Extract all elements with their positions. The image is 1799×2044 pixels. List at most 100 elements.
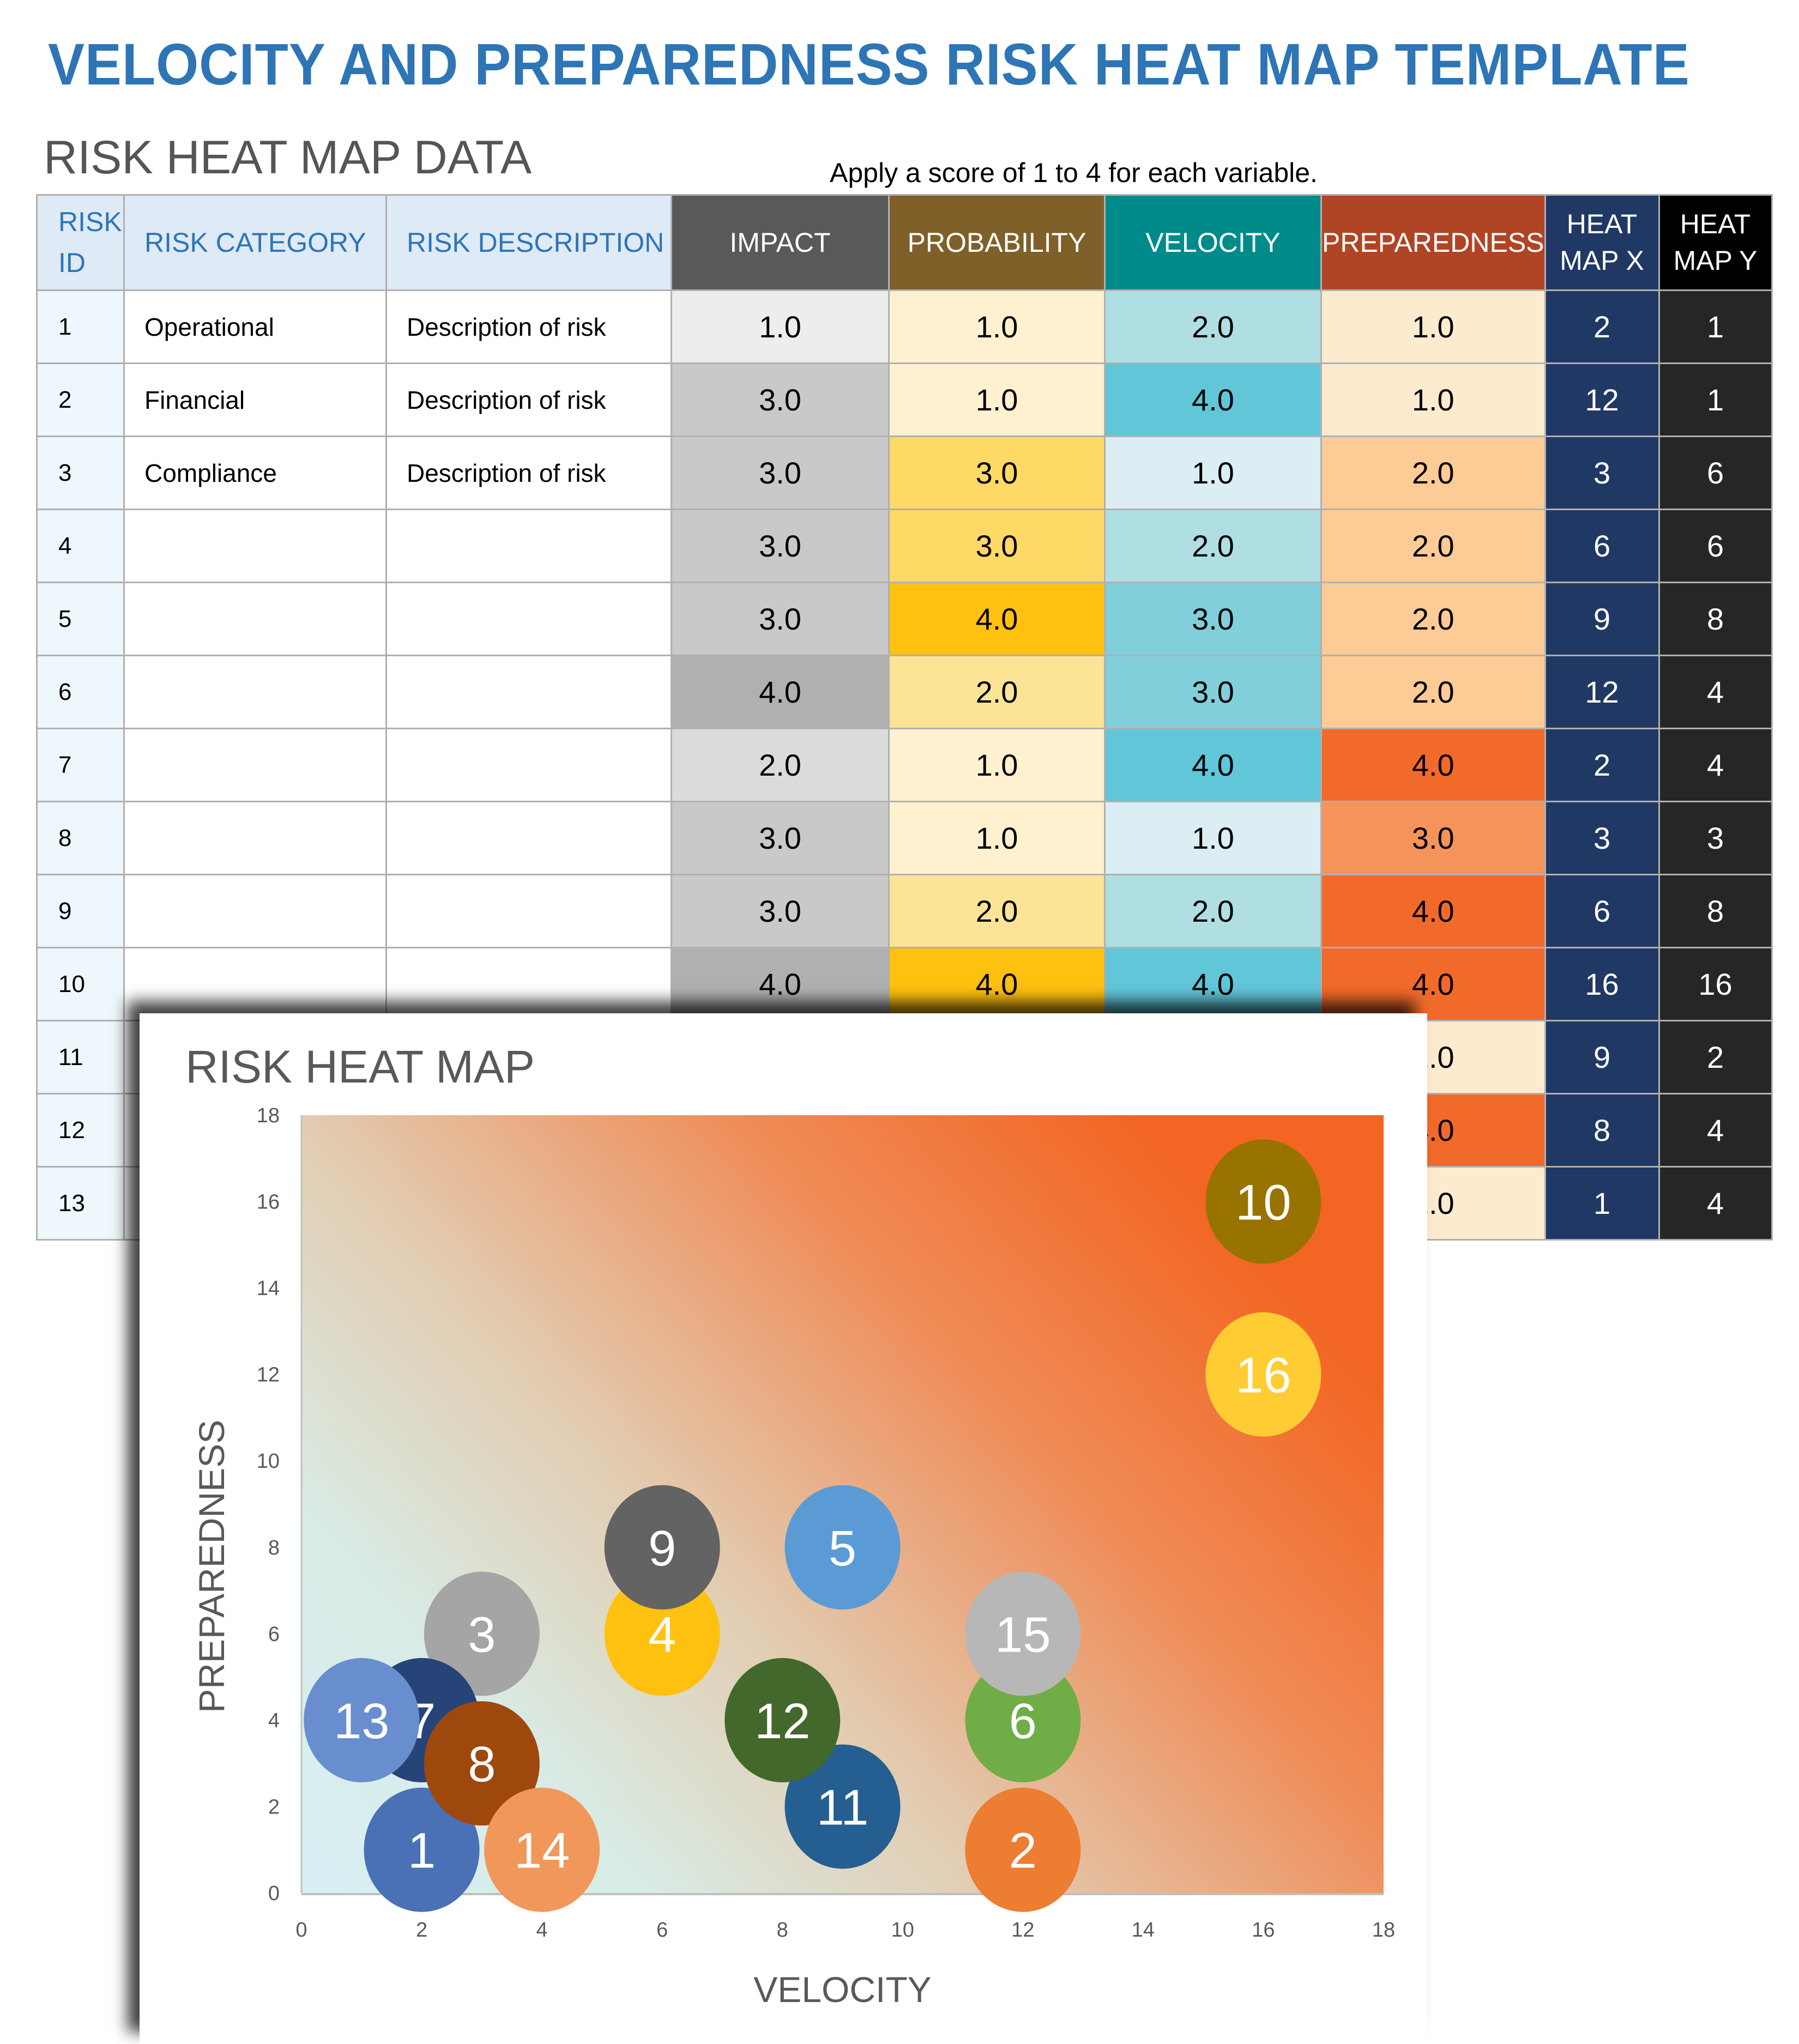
cell-risk-id[interactable]: 1 bbox=[36, 289, 125, 364]
cell-probability[interactable]: 3.0 bbox=[888, 509, 1106, 583]
header-heat-map-y: HEAT MAP Y bbox=[1658, 194, 1773, 291]
cell-heat-map-y: 8 bbox=[1658, 874, 1773, 948]
bubble-point[interactable]: 15 bbox=[965, 1571, 1081, 1696]
cell-probability[interactable]: 3.0 bbox=[888, 436, 1106, 510]
cell-probability[interactable]: 1.0 bbox=[888, 362, 1106, 437]
cell-probability[interactable]: 4.0 bbox=[888, 582, 1106, 656]
cell-impact[interactable]: 3.0 bbox=[671, 582, 890, 656]
x-tick-label: 2 bbox=[416, 1919, 427, 1942]
bubble-point[interactable]: 10 bbox=[1205, 1139, 1321, 1264]
cell-risk-category[interactable] bbox=[123, 728, 387, 802]
bubble-point[interactable]: 2 bbox=[965, 1787, 1081, 1912]
cell-preparedness[interactable]: 1.0 bbox=[1320, 362, 1546, 437]
cell-preparedness[interactable]: 4.0 bbox=[1320, 874, 1546, 948]
cell-preparedness[interactable]: 4.0 bbox=[1320, 728, 1546, 802]
cell-velocity[interactable]: 3.0 bbox=[1104, 655, 1322, 729]
cell-risk-category[interactable]: Financial bbox=[123, 362, 387, 437]
cell-risk-description[interactable]: Description of risk bbox=[385, 289, 672, 364]
cell-velocity[interactable]: 2.0 bbox=[1104, 509, 1322, 583]
cell-preparedness[interactable]: 2.0 bbox=[1320, 582, 1546, 656]
cell-risk-id[interactable]: 6 bbox=[36, 655, 125, 729]
cell-risk-id[interactable]: 8 bbox=[36, 801, 125, 875]
cell-probability[interactable]: 2.0 bbox=[888, 874, 1106, 948]
cell-risk-description[interactable] bbox=[385, 874, 672, 948]
cell-risk-description[interactable] bbox=[385, 655, 672, 729]
cell-risk-category[interactable] bbox=[123, 655, 387, 729]
cell-heat-map-y: 1 bbox=[1658, 362, 1773, 437]
cell-risk-description[interactable] bbox=[385, 582, 672, 656]
cell-preparedness[interactable]: 2.0 bbox=[1320, 436, 1546, 510]
page-title: VELOCITY AND PREPAREDNESS RISK HEAT MAP … bbox=[48, 31, 1690, 97]
cell-risk-description[interactable] bbox=[385, 728, 672, 802]
cell-heat-map-y: 4 bbox=[1658, 1166, 1773, 1241]
bubble-point[interactable]: 5 bbox=[784, 1485, 901, 1610]
cell-risk-id[interactable]: 2 bbox=[36, 362, 125, 437]
y-axis-title: PREPAREDNESS bbox=[191, 1420, 232, 1713]
cell-impact[interactable]: 1.0 bbox=[671, 289, 890, 364]
x-tick-label: 12 bbox=[1011, 1919, 1034, 1942]
cell-risk-description[interactable]: Description of risk bbox=[385, 362, 672, 437]
table-row: 9 3.0 2.0 2.0 4.0 6 8 bbox=[36, 874, 1773, 948]
cell-probability[interactable]: 2.0 bbox=[888, 655, 1106, 729]
cell-velocity[interactable]: 2.0 bbox=[1104, 874, 1322, 948]
cell-preparedness[interactable]: 3.0 bbox=[1320, 801, 1546, 875]
cell-impact[interactable]: 4.0 bbox=[671, 947, 890, 1021]
cell-risk-category[interactable] bbox=[123, 582, 387, 656]
cell-preparedness[interactable]: 1.0 bbox=[1320, 289, 1546, 364]
cell-velocity[interactable]: 4.0 bbox=[1104, 362, 1322, 437]
cell-velocity[interactable]: 3.0 bbox=[1104, 582, 1322, 656]
cell-risk-id[interactable]: 10 bbox=[36, 947, 125, 1021]
cell-velocity[interactable]: 4.0 bbox=[1104, 947, 1322, 1021]
cell-risk-category[interactable] bbox=[123, 874, 387, 948]
cell-risk-description[interactable]: Description of risk bbox=[385, 436, 672, 510]
cell-impact[interactable]: 3.0 bbox=[671, 509, 890, 583]
cell-impact[interactable]: 3.0 bbox=[671, 874, 890, 948]
bubble-point[interactable]: 12 bbox=[725, 1658, 841, 1782]
cell-impact[interactable]: 4.0 bbox=[671, 655, 890, 729]
bubble-label: 14 bbox=[514, 1823, 570, 1879]
cell-risk-id[interactable]: 11 bbox=[36, 1020, 125, 1094]
cell-impact[interactable]: 3.0 bbox=[671, 436, 890, 510]
cell-velocity[interactable]: 4.0 bbox=[1104, 728, 1322, 802]
bubble-point[interactable]: 14 bbox=[484, 1787, 600, 1912]
bubble-point[interactable]: 9 bbox=[604, 1485, 720, 1610]
cell-risk-id[interactable]: 9 bbox=[36, 874, 125, 948]
cell-preparedness[interactable]: 2.0 bbox=[1320, 509, 1546, 583]
cell-risk-id[interactable]: 5 bbox=[36, 582, 125, 656]
cell-risk-id[interactable]: 12 bbox=[36, 1093, 125, 1168]
cell-risk-category[interactable]: Operational bbox=[123, 289, 387, 364]
cell-risk-description[interactable] bbox=[385, 509, 672, 583]
cell-risk-description[interactable] bbox=[385, 801, 672, 875]
cell-velocity[interactable]: 2.0 bbox=[1104, 289, 1322, 364]
cell-risk-category[interactable] bbox=[123, 509, 387, 583]
cell-risk-category[interactable]: Compliance bbox=[123, 436, 387, 510]
cell-risk-category[interactable] bbox=[123, 801, 387, 875]
bubble-point[interactable]: 13 bbox=[304, 1658, 420, 1782]
bubble-label: 16 bbox=[1235, 1348, 1291, 1404]
bubble-point[interactable]: 16 bbox=[1205, 1312, 1321, 1437]
section-title: RISK HEAT MAP DATA bbox=[44, 131, 532, 184]
cell-preparedness[interactable]: 2.0 bbox=[1320, 655, 1546, 729]
bubble-label: 5 bbox=[829, 1521, 856, 1576]
bubble-label: 1 bbox=[408, 1823, 436, 1879]
cell-heat-map-y: 2 bbox=[1658, 1020, 1773, 1094]
cell-preparedness[interactable]: 4.0 bbox=[1320, 947, 1546, 1021]
cell-heat-map-y: 16 bbox=[1658, 947, 1773, 1021]
cell-risk-id[interactable]: 7 bbox=[36, 728, 125, 802]
cell-risk-category[interactable] bbox=[123, 947, 387, 1021]
cell-risk-id[interactable]: 13 bbox=[36, 1166, 125, 1241]
header-preparedness: PREPAREDNESS bbox=[1320, 194, 1546, 291]
cell-risk-id[interactable]: 3 bbox=[36, 436, 125, 510]
cell-velocity[interactable]: 1.0 bbox=[1104, 436, 1322, 510]
cell-probability[interactable]: 1.0 bbox=[888, 728, 1106, 802]
cell-impact[interactable]: 2.0 bbox=[671, 728, 890, 802]
cell-probability[interactable]: 1.0 bbox=[888, 289, 1106, 364]
cell-velocity[interactable]: 1.0 bbox=[1104, 801, 1322, 875]
cell-probability[interactable]: 4.0 bbox=[888, 947, 1106, 1021]
cell-impact[interactable]: 3.0 bbox=[671, 801, 890, 875]
cell-impact[interactable]: 3.0 bbox=[671, 362, 890, 437]
cell-risk-id[interactable]: 4 bbox=[36, 509, 125, 583]
bubble-label: 8 bbox=[468, 1737, 496, 1792]
cell-risk-description[interactable] bbox=[385, 947, 672, 1021]
cell-probability[interactable]: 1.0 bbox=[888, 801, 1106, 875]
